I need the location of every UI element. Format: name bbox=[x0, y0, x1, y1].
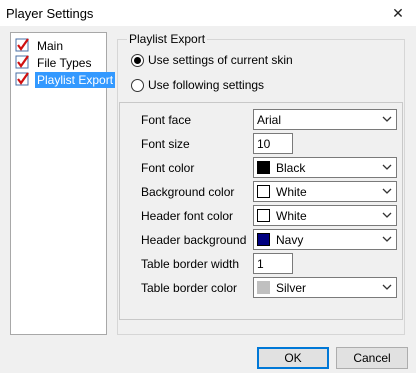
color-swatch bbox=[257, 161, 270, 174]
chevron-down-icon bbox=[382, 236, 392, 242]
font-size-label: Font size bbox=[141, 137, 190, 151]
cancel-button[interactable]: Cancel bbox=[336, 347, 408, 369]
header-font-color-value: White bbox=[276, 208, 307, 223]
table-border-color-value: Silver bbox=[276, 280, 307, 295]
settings-tree: Main File Types Playlist Export bbox=[10, 32, 116, 335]
checkmark-icon bbox=[15, 72, 30, 87]
tree-item-label: Playlist Export bbox=[35, 71, 116, 88]
font-face-value: Arial bbox=[257, 112, 282, 127]
title-bar: Player Settings ✕ bbox=[0, 0, 416, 26]
font-size-value: 10 bbox=[257, 136, 271, 151]
header-background-dropdown[interactable]: Navy bbox=[253, 229, 397, 250]
font-color-label: Font color bbox=[141, 161, 195, 175]
tree-item-label: File Types bbox=[37, 55, 92, 70]
color-swatch bbox=[257, 281, 270, 294]
radio-button-checked[interactable] bbox=[131, 53, 144, 67]
radio-label: Use following settings bbox=[148, 78, 265, 92]
tree-item-label: Main bbox=[37, 38, 64, 53]
chevron-down-icon bbox=[382, 188, 392, 194]
group-title: Playlist Export bbox=[127, 32, 208, 46]
chevron-down-icon bbox=[382, 212, 392, 218]
tree-item-main[interactable]: Main bbox=[15, 37, 65, 54]
background-color-label: Background color bbox=[141, 185, 235, 199]
header-font-color-label: Header font color bbox=[141, 209, 234, 223]
close-icon: ✕ bbox=[392, 4, 404, 21]
font-face-label: Font face bbox=[141, 113, 192, 127]
color-swatch bbox=[257, 209, 270, 222]
font-size-field[interactable]: 10 bbox=[253, 133, 293, 154]
header-font-color-dropdown[interactable]: White bbox=[253, 205, 397, 226]
table-border-width-label: Table border width bbox=[141, 257, 240, 271]
header-background-label: Header background bbox=[141, 233, 247, 247]
radio-label: Use settings of current skin bbox=[148, 53, 293, 67]
radio-current-skin[interactable]: Use settings of current skin bbox=[131, 53, 293, 67]
header-background-value: Navy bbox=[276, 232, 304, 247]
color-swatch bbox=[257, 185, 270, 198]
table-border-color-dropdown[interactable]: Silver bbox=[253, 277, 397, 298]
chevron-down-icon bbox=[382, 164, 392, 170]
tree-item-file-types[interactable]: File Types bbox=[15, 54, 93, 71]
chevron-down-icon bbox=[382, 116, 392, 122]
font-color-dropdown[interactable]: Black bbox=[253, 157, 397, 178]
background-color-dropdown[interactable]: White bbox=[253, 181, 397, 202]
font-color-value: Black bbox=[276, 160, 306, 175]
checkmark-icon bbox=[15, 55, 30, 70]
font-face-dropdown[interactable]: Arial bbox=[253, 109, 397, 130]
window-title: Player Settings bbox=[6, 6, 94, 21]
background-color-value: White bbox=[276, 184, 307, 199]
ok-button[interactable]: OK bbox=[257, 347, 329, 369]
close-button[interactable]: ✕ bbox=[380, 0, 416, 26]
chevron-down-icon bbox=[382, 284, 392, 290]
table-border-color-label: Table border color bbox=[141, 281, 238, 295]
table-border-width-value: 1 bbox=[257, 256, 264, 271]
tree-item-playlist-export[interactable]: Playlist Export bbox=[15, 71, 116, 88]
radio-following-settings[interactable]: Use following settings bbox=[131, 78, 264, 92]
radio-button[interactable] bbox=[131, 78, 144, 92]
table-border-width-field[interactable]: 1 bbox=[253, 253, 293, 274]
color-swatch bbox=[257, 233, 270, 246]
checkmark-icon bbox=[15, 38, 30, 53]
